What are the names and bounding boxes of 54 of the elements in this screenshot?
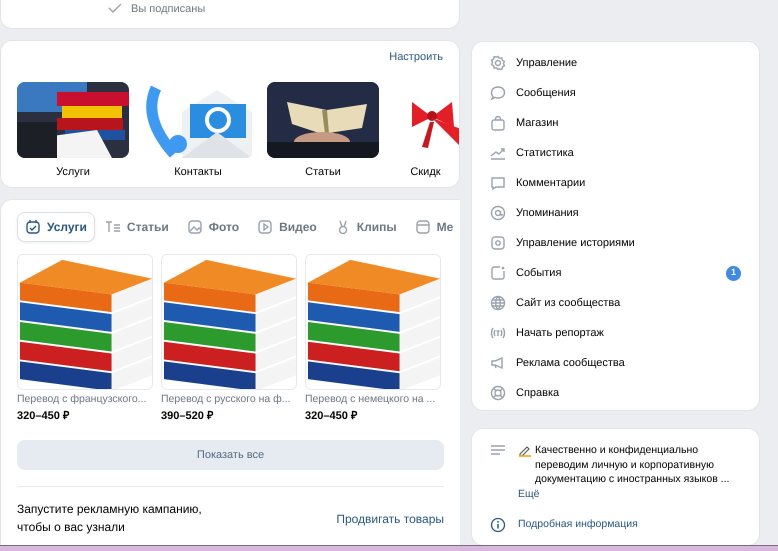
tab[interactable]: Услуги (17, 212, 95, 242)
speech-bubble-icon (490, 85, 506, 101)
story-icon (490, 235, 506, 251)
menu-item[interactable]: Сообщения (472, 78, 759, 108)
text-lines-icon (104, 219, 121, 235)
product-price: 390–520 ₽ (161, 408, 214, 424)
menu-item[interactable]: Сайт из сообщества (472, 288, 759, 318)
tab[interactable]: Клипы (326, 212, 405, 242)
calendar-check-icon (25, 219, 41, 235)
text-lines-icon (490, 443, 506, 457)
product-price: 320–450 ₽ (305, 408, 358, 424)
menu-item[interactable]: Реклама сообщества (472, 348, 759, 378)
menu-item[interactable]: Управление (472, 48, 759, 78)
lifebuoy-icon (490, 385, 506, 401)
tab[interactable]: Фото (178, 212, 248, 242)
details-link[interactable]: Подробная информация (518, 516, 638, 533)
menu-item[interactable]: Управление историями (472, 228, 759, 258)
configure-link[interactable]: Настроить (389, 49, 443, 66)
subscription-status: Вы подписаны (131, 2, 206, 17)
menu-item[interactable]: События 1 (472, 258, 759, 288)
play-icon (257, 219, 274, 235)
tab[interactable]: Статьи (96, 212, 177, 242)
product-title[interactable]: Перевод с немецкого на ... (305, 392, 441, 408)
globe-icon (490, 295, 506, 311)
show-all-button[interactable]: Показать все (17, 440, 444, 470)
promote-link[interactable]: Продвигать товары (336, 510, 444, 528)
product-title[interactable]: Перевод с французского... (17, 392, 153, 408)
tab[interactable]: Ме (406, 212, 460, 242)
settings-icon (490, 55, 506, 71)
image-icon (186, 219, 203, 235)
menu-item[interactable]: Упоминания (472, 198, 759, 228)
counter: 1 (726, 266, 741, 280)
product-price: 320–450 ₽ (17, 408, 70, 424)
product-title[interactable]: Перевод с русского на ф... (161, 392, 297, 408)
menu-item[interactable]: Начать репортаж (472, 318, 759, 348)
cover-tile[interactable]: Услуги (17, 82, 129, 180)
at-sign-icon (490, 205, 506, 221)
menu-item[interactable]: Статистика (472, 138, 759, 168)
cover-tile[interactable]: Контакты (142, 82, 254, 180)
tab[interactable]: Видео (249, 212, 325, 242)
event-square-icon (490, 265, 506, 281)
window-icon (414, 219, 431, 235)
broadcast-icon (490, 325, 506, 341)
bag-icon (490, 115, 506, 131)
menu-item[interactable]: Комментарии (472, 168, 759, 198)
cover-tile[interactable]: Скидк (392, 82, 459, 180)
cover-tile[interactable]: Статьи (267, 82, 379, 180)
menu-item[interactable]: Справка (472, 378, 759, 408)
info-icon (490, 516, 506, 533)
description: Качественно и конфиденциально переводим личную и корпоративную документацию с иностранных языков ... (535, 443, 730, 488)
comment-icon (490, 175, 506, 191)
menu-item[interactable]: Магазин (472, 108, 759, 138)
more-link[interactable]: Ещё (518, 487, 540, 503)
promo-text: Запустите рекламную кампанию, чтобы о вас узнали (17, 501, 203, 536)
